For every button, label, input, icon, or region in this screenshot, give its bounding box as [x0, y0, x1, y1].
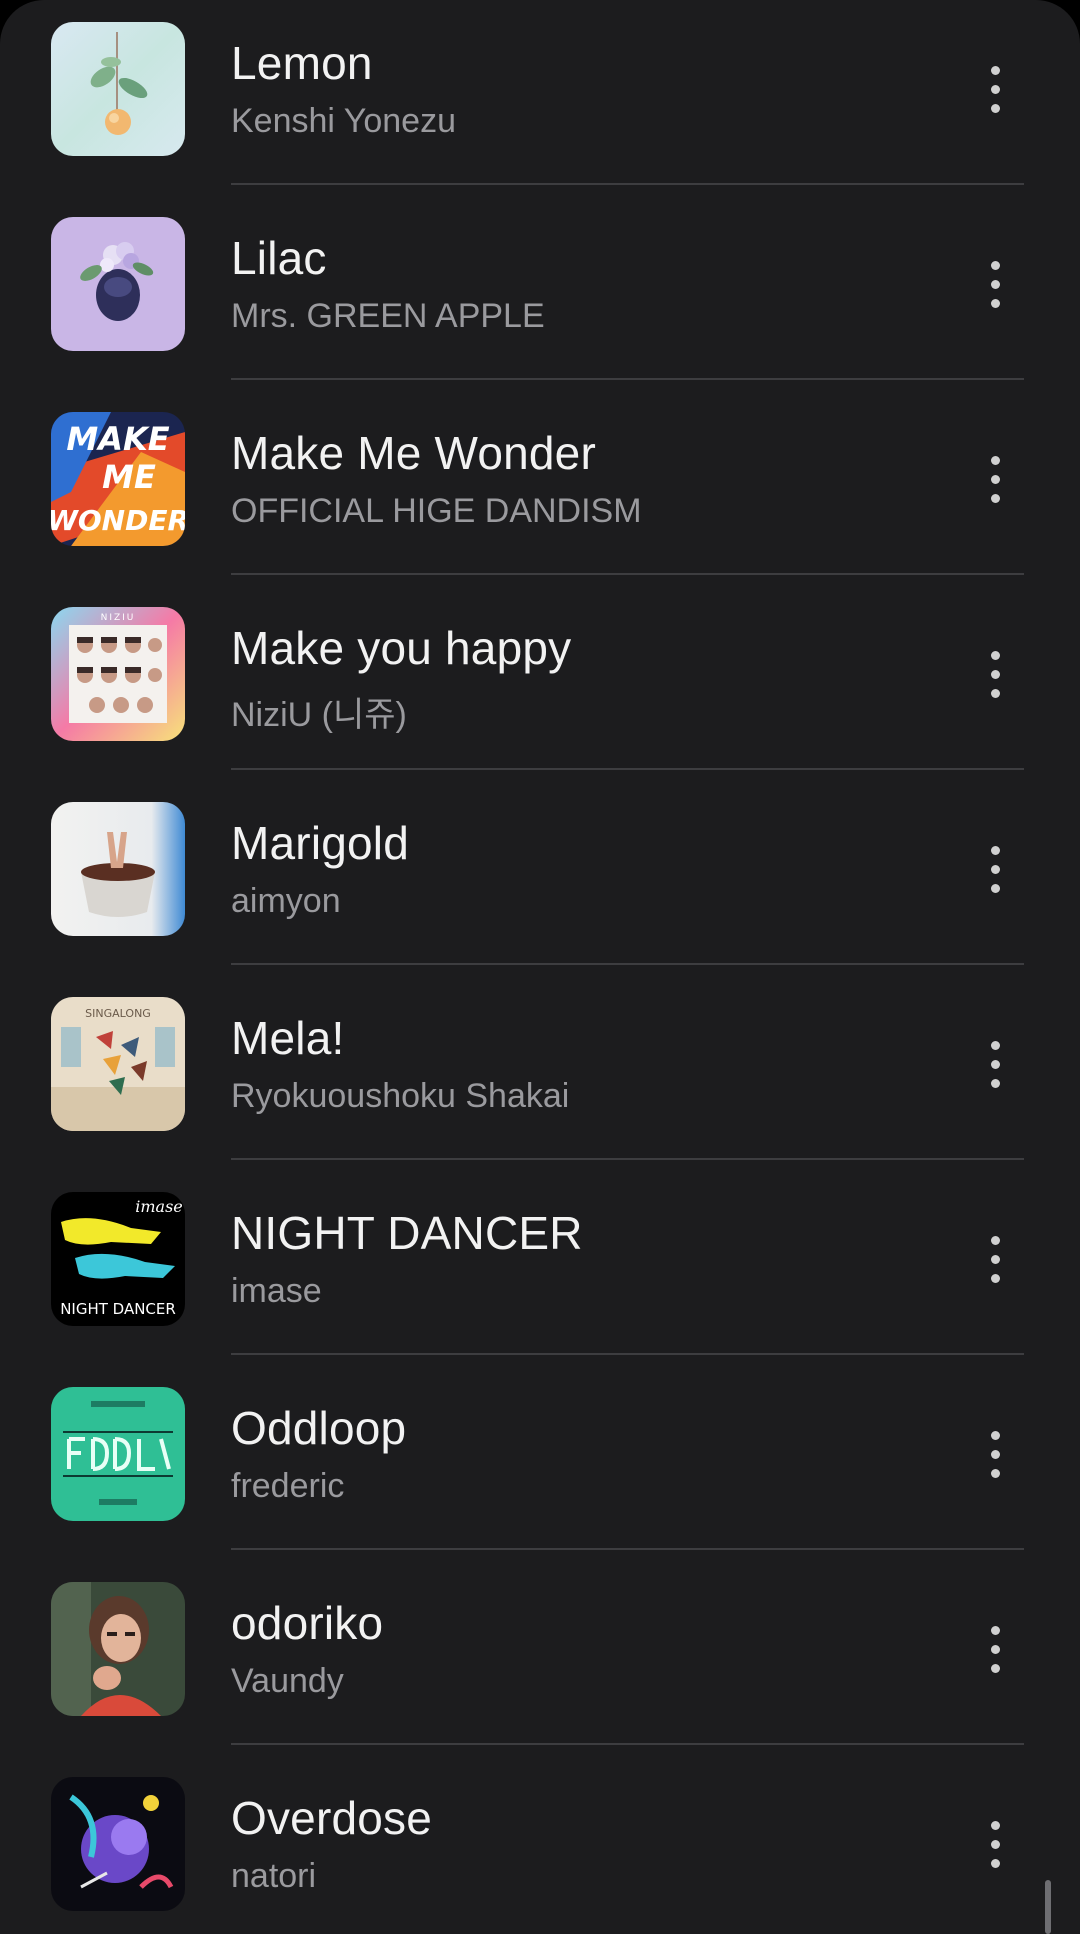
song-title: Lemon: [231, 37, 373, 89]
cover-text: NIZIU: [101, 613, 136, 623]
song-row-marigold[interactable]: Marigold aimyon: [0, 780, 1080, 975]
song-row-mela[interactable]: SINGALONG Mela! Ryokuoushoku Shakai: [0, 975, 1080, 1170]
cover-text: MAKE: [66, 420, 169, 458]
cover-text: SINGALONG: [85, 1007, 151, 1020]
cover-text: ME: [102, 458, 156, 496]
song-title: Lilac: [231, 232, 327, 284]
more-vert-icon[interactable]: [975, 1027, 1015, 1103]
song-row-lemon[interactable]: Lemon Kenshi Yonezu: [0, 0, 1080, 195]
divider: [231, 1158, 1024, 1160]
make-me-wonder-cover-art: MAKE ME WONDER: [51, 412, 185, 546]
mela-cover-art: SINGALONG: [51, 997, 185, 1131]
more-vert-icon[interactable]: [975, 247, 1015, 323]
lemon-cover-art: [51, 22, 185, 156]
lilac-cover-art: [51, 217, 185, 351]
divider: [231, 1353, 1024, 1355]
song-list[interactable]: Lemon Kenshi Yonezu Lilac Mrs. GREEN APP…: [0, 0, 1080, 1934]
song-title: Marigold: [231, 817, 410, 869]
divider: [231, 573, 1024, 575]
song-artist: Ryokuoushoku Shakai: [231, 1077, 570, 1115]
scrollbar[interactable]: [1045, 1880, 1051, 1934]
more-vert-icon[interactable]: [975, 1807, 1015, 1883]
song-row-night-dancer[interactable]: imase NIGHT DANCER NIGHT DANCER imase: [0, 1170, 1080, 1365]
divider: [231, 963, 1024, 965]
song-title: Make Me Wonder: [231, 427, 596, 479]
song-row-oddloop[interactable]: Oddloop frederic: [0, 1365, 1080, 1560]
song-title: odoriko: [231, 1597, 384, 1649]
more-vert-icon[interactable]: [975, 1612, 1015, 1688]
song-artist: natori: [231, 1857, 317, 1895]
oddloop-cover-art: [51, 1387, 185, 1521]
song-artist: aimyon: [231, 882, 341, 920]
song-artist: OFFICIAL HIGE DANDISM: [231, 492, 642, 530]
more-vert-icon[interactable]: [975, 832, 1015, 908]
divider: [231, 183, 1024, 185]
song-row-lilac[interactable]: Lilac Mrs. GREEN APPLE: [0, 195, 1080, 390]
song-title: Mela!: [231, 1012, 345, 1064]
more-vert-icon[interactable]: [975, 1417, 1015, 1493]
divider: [231, 378, 1024, 380]
more-vert-icon[interactable]: [975, 52, 1015, 128]
song-artist: Kenshi Yonezu: [231, 102, 456, 140]
cover-text: WONDER: [51, 504, 185, 537]
divider: [231, 768, 1024, 770]
more-vert-icon[interactable]: [975, 637, 1015, 713]
song-title: Overdose: [231, 1792, 433, 1844]
song-row-odoriko[interactable]: odoriko Vaundy: [0, 1560, 1080, 1755]
song-artist: Vaundy: [231, 1662, 344, 1700]
song-artist: imase: [231, 1272, 322, 1310]
song-title: Make you happy: [231, 622, 572, 674]
cover-text: NIGHT DANCER: [60, 1300, 176, 1318]
song-title: Oddloop: [231, 1402, 407, 1454]
more-vert-icon[interactable]: [975, 1222, 1015, 1298]
song-artist: NiziU (니쥬): [231, 696, 407, 734]
song-row-make-me-wonder[interactable]: MAKE ME WONDER Make Me Wonder OFFICIAL H…: [0, 390, 1080, 585]
divider: [231, 1743, 1024, 1745]
overdose-cover-art: [51, 1777, 185, 1911]
odoriko-cover-art: [51, 1582, 185, 1716]
song-title: NIGHT DANCER: [231, 1207, 583, 1259]
marigold-cover-art: [51, 802, 185, 936]
make-you-happy-cover-art: NIZIU: [51, 607, 185, 741]
night-dancer-cover-art: imase NIGHT DANCER: [51, 1192, 185, 1326]
song-row-overdose[interactable]: Overdose natori: [0, 1755, 1080, 1934]
cover-text: imase: [135, 1197, 183, 1216]
song-artist: Mrs. GREEN APPLE: [231, 297, 545, 335]
more-vert-icon[interactable]: [975, 442, 1015, 518]
divider: [231, 1548, 1024, 1550]
song-artist: frederic: [231, 1467, 345, 1505]
song-row-make-you-happy[interactable]: NIZIU Make you happy NiziU (니쥬): [0, 585, 1080, 780]
